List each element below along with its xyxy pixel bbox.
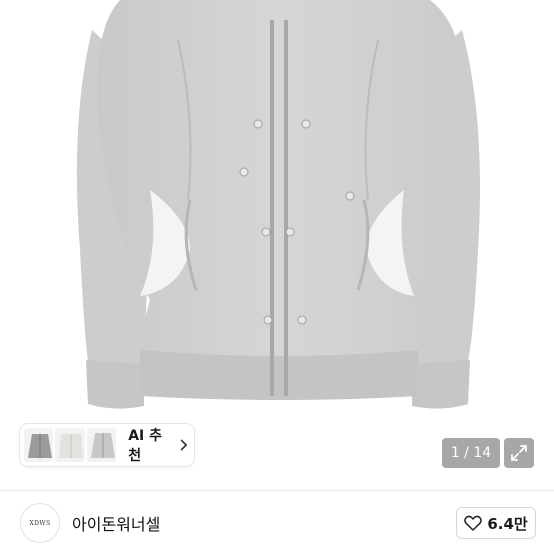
thumbnail-grey-hoodie[interactable] (86, 428, 117, 462)
shop-name[interactable]: 아이돈워너셀 (72, 511, 160, 535)
shop-avatar[interactable]: XDWS (20, 503, 60, 543)
ai-recommend-button[interactable]: AI 추천 (20, 424, 194, 466)
chevron-right-icon (180, 439, 188, 451)
heart-icon (464, 515, 483, 531)
thumbnail-white-top[interactable] (55, 428, 85, 462)
like-count: 6.4만 (487, 514, 528, 533)
shop-row[interactable]: XDWS 아이돈워너셀 6.4만 (0, 491, 554, 554)
expand-arrows-icon (511, 445, 527, 461)
hoodie-illustration (76, 0, 480, 409)
product-photo[interactable] (0, 0, 554, 490)
image-counter: 1 / 14 (442, 438, 500, 468)
expand-image-button[interactable] (504, 438, 534, 468)
thumbnail-hoodie[interactable] (24, 428, 54, 462)
shop-logo-text: XDWS (29, 519, 51, 527)
like-button[interactable]: 6.4만 (456, 507, 536, 539)
ai-recommend-label: AI 추천 (128, 428, 163, 464)
